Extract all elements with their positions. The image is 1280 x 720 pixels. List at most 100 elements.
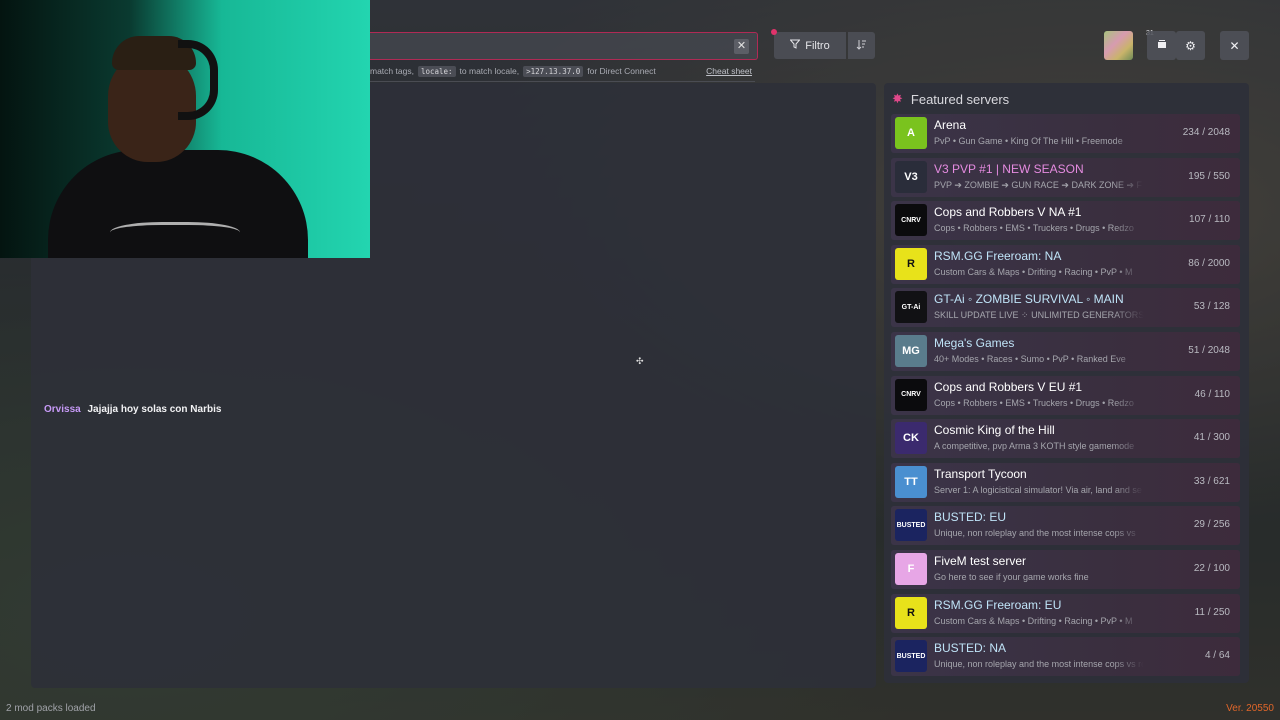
- chat-message: Orvissa Jajajja hoy solas con Narbis: [44, 404, 221, 415]
- server-description: Unique, non roleplay and the most intens…: [934, 528, 1136, 539]
- sort-icon: [856, 39, 867, 53]
- server-name: Arena: [934, 118, 967, 132]
- server-player-count: 4 / 64: [1204, 650, 1230, 662]
- settings-button[interactable]: ⚙: [1176, 31, 1205, 60]
- server-name: Cops and Robbers V NA #1: [934, 205, 1082, 220]
- server-player-count: 46 / 110: [1194, 388, 1230, 400]
- server-description: Cops • Robbers • EMS • Truckers • Drugs …: [934, 397, 1134, 408]
- server-row[interactable]: BUSTED BUSTED: NA Unique, non roleplay and…: [891, 637, 1240, 677]
- server-icon: R: [895, 247, 927, 280]
- server-name: Transport Tycoon: [934, 466, 1027, 481]
- star-icon: ✸: [892, 91, 903, 106]
- mouse-cursor-icon: ✣: [636, 356, 644, 366]
- server-row[interactable]: A Arena PvP • Gun Game • King Of The Hill …: [891, 114, 1240, 153]
- server-row[interactable]: CNRV Cops and Robbers V NA #1 Cops • Robbe…: [891, 201, 1240, 241]
- mod-packs-status: 2 mod packs loaded: [6, 703, 96, 714]
- server-name: GT-Ai ◦ ZOMBIE SURVIVAL ◦ MAIN: [934, 292, 1124, 307]
- search-box: ✕: [370, 32, 758, 60]
- server-name: V3 PVP #1 | NEW SEASON: [934, 161, 1084, 176]
- server-player-count: 53 / 128: [1193, 301, 1230, 313]
- server-description: Custom Cars & Maps • Drifting • Racing •…: [934, 615, 1133, 626]
- server-row[interactable]: CNRV Cops and Robbers V EU #1 Cops • Robbe…: [891, 375, 1240, 415]
- server-icon: R: [895, 596, 927, 629]
- server-row[interactable]: R RSM.GG Freeroam: NA Custom Cars & Maps •…: [891, 244, 1240, 284]
- server-icon: CNRV: [895, 378, 927, 411]
- divider: [370, 81, 755, 82]
- server-icon: V3: [895, 160, 927, 193]
- server-name: Mega's Games: [934, 335, 1015, 350]
- close-icon: ✕: [1229, 38, 1240, 53]
- gear-icon: ⚙: [1185, 38, 1196, 53]
- featured-server-list: A Arena PvP • Gun Game • King Of The Hill …: [891, 114, 1240, 681]
- filter-active-dot: [771, 29, 777, 35]
- server-description: SKILL UPDATE LIVE ⁘ UNLIMITED GENERATORS…: [934, 310, 1144, 321]
- layers-button[interactable]: [1147, 31, 1176, 60]
- server-icon: GT-Ai: [895, 291, 927, 324]
- avatar[interactable]: [1104, 31, 1133, 60]
- server-player-count: 29 / 256: [1193, 519, 1230, 531]
- server-description: Server 1: A logicistical simulator! Via …: [934, 484, 1142, 495]
- chat-username: Orvissa: [44, 404, 81, 415]
- server-description: PVP ➔ ZOMBIE ➔ GUN RACE ➔ DARK ZONE ➔ F: [934, 179, 1143, 190]
- server-name: FiveM test server: [934, 553, 1027, 568]
- server-icon: F: [895, 552, 927, 585]
- sort-button[interactable]: [848, 32, 875, 59]
- server-name: BUSTED: NA: [934, 641, 1007, 656]
- search-hint: match tags, locale: to match locale, >12…: [370, 65, 752, 77]
- search-input[interactable]: [370, 33, 757, 59]
- filter-label: Filtro: [805, 39, 830, 52]
- server-icon: MG: [895, 334, 927, 367]
- hint-code-ip: >127.13.37.0: [523, 65, 584, 77]
- server-icon: TT: [895, 465, 927, 498]
- server-description: PvP • Gun Game • King Of The Hill • Free…: [934, 136, 1123, 146]
- server-icon: CNRV: [895, 204, 927, 237]
- server-icon: A: [895, 117, 927, 149]
- server-row[interactable]: TT Transport Tycoon Server 1: A logicistic…: [891, 462, 1240, 502]
- close-icon[interactable]: ✕: [734, 39, 749, 54]
- server-name: BUSTED: EU: [934, 510, 1007, 525]
- server-icon: CK: [895, 422, 927, 455]
- server-row[interactable]: BUSTED BUSTED: EU Unique, non roleplay and…: [891, 506, 1240, 546]
- headphones-icon: [178, 40, 218, 120]
- server-player-count: 51 / 2048: [1188, 344, 1230, 356]
- server-name: RSM.GG Freeroam: EU: [934, 597, 1062, 612]
- server-player-count: 195 / 550: [1188, 170, 1230, 182]
- server-icon: BUSTED: [895, 509, 927, 542]
- server-player-count: 11 / 250: [1194, 606, 1230, 618]
- server-player-count: 33 / 621: [1193, 475, 1230, 487]
- server-description: Go here to see if your game works fine: [934, 571, 1089, 582]
- filter-button[interactable]: Filtro: [774, 32, 846, 59]
- filter-icon: [789, 39, 801, 52]
- server-row[interactable]: F FiveM test server Go here to see if your…: [891, 549, 1240, 589]
- hint-code-locale: locale:: [417, 65, 456, 77]
- server-player-count: 22 / 100: [1193, 562, 1230, 574]
- server-player-count: 41 / 300: [1193, 432, 1230, 444]
- webcam-overlay: [0, 0, 370, 258]
- server-name: Cops and Robbers V EU #1: [934, 379, 1083, 394]
- server-row[interactable]: R RSM.GG Freeroam: EU Custom Cars & Maps •…: [891, 593, 1240, 633]
- server-description: 40+ Modes • Races • Sumo • PvP • Ranked …: [934, 353, 1126, 364]
- close-button[interactable]: ✕: [1220, 31, 1249, 60]
- server-description: Unique, non roleplay and the most intens…: [934, 659, 1144, 670]
- server-player-count: 107 / 110: [1189, 214, 1230, 226]
- server-row[interactable]: V3 V3 PVP #1 | NEW SEASON PVP ➔ ZOMBIE ➔ G…: [891, 157, 1240, 197]
- server-description: Cops • Robbers • EMS • Truckers • Drugs …: [934, 223, 1134, 234]
- server-name: RSM.GG Freeroam: NA: [934, 248, 1062, 263]
- server-description: A competitive, pvp Arma 3 KOTH style gam…: [934, 441, 1135, 452]
- server-description: Custom Cars & Maps • Drifting • Racing •…: [934, 266, 1133, 277]
- hoodie-print: [110, 222, 240, 248]
- server-player-count: 86 / 2000: [1188, 257, 1230, 269]
- server-row[interactable]: MG Mega's Games 40+ Modes • Races • Sumo •…: [891, 331, 1240, 371]
- featured-title: Featured servers: [910, 91, 1010, 107]
- server-row[interactable]: CK Cosmic King of the Hill A competitive, …: [891, 419, 1240, 459]
- server-player-count: 234 / 2048: [1182, 127, 1230, 138]
- server-row[interactable]: GT-Ai GT-Ai ◦ ZOMBIE SURVIVAL ◦ MAIN SKILL…: [891, 288, 1240, 328]
- version-label: Ver. 20550: [1226, 703, 1274, 714]
- featured-header: ✸ Featured servers: [892, 91, 1009, 107]
- cheat-sheet-link[interactable]: Cheat sheet: [706, 66, 752, 76]
- featured-servers-panel: ✸ Featured servers A Arena PvP • Gun Game …: [884, 83, 1249, 683]
- chat-text: Jajajja hoy solas con Narbis: [87, 404, 222, 415]
- layers-icon: [1156, 38, 1168, 53]
- server-name: Cosmic King of the Hill: [934, 423, 1055, 438]
- server-icon: BUSTED: [895, 640, 927, 673]
